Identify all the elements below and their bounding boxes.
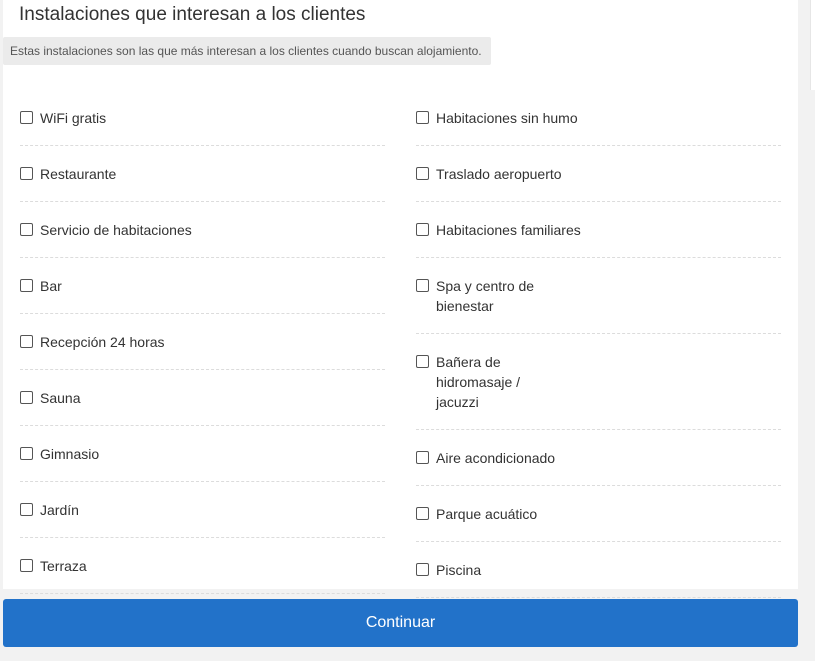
facility-item-garden[interactable]: Jardín [20, 482, 385, 538]
facility-label: Habitaciones sin humo [436, 110, 578, 126]
checkbox[interactable] [416, 111, 429, 124]
facility-item-hot-tub[interactable]: Bañera de hidromasaje / jacuzzi [416, 334, 781, 430]
checkbox[interactable] [416, 451, 429, 464]
section-hint: Estas instalaciones son las que más inte… [3, 37, 491, 65]
facility-label: Servicio de habitaciones [40, 222, 192, 238]
checkbox[interactable] [20, 447, 33, 460]
checkbox[interactable] [416, 507, 429, 520]
checkbox[interactable] [20, 391, 33, 404]
facility-label: Terraza [40, 558, 87, 574]
facilities-column-right: Habitaciones sin humo Traslado aeropuert… [416, 90, 781, 598]
section-title: Instalaciones que interesan a los client… [19, 4, 366, 25]
facility-label: Aire acondicionado [436, 450, 556, 466]
facility-item-non-smoking[interactable]: Habitaciones sin humo [416, 90, 781, 146]
facilities-card: Instalaciones que interesan a los client… [3, 0, 798, 598]
checkbox[interactable] [20, 223, 33, 236]
facility-item-gym[interactable]: Gimnasio [20, 426, 385, 482]
facility-item-restaurant[interactable]: Restaurante [20, 146, 385, 202]
facility-label: Bar [40, 278, 62, 294]
facility-item-water-park[interactable]: Parque acuático [416, 486, 781, 542]
checkbox[interactable] [20, 111, 33, 124]
facility-item-pool[interactable]: Piscina [416, 542, 781, 598]
facility-label: Parque acuático [436, 506, 538, 522]
checkbox[interactable] [416, 279, 429, 292]
facility-label: Bañera de hidromasaje / jacuzzi [436, 354, 521, 410]
checkbox[interactable] [20, 503, 33, 516]
facilities-column-left: WiFi gratis Restaurante Servicio de habi… [20, 90, 385, 594]
facility-label: Habitaciones familiares [436, 222, 581, 238]
checkbox[interactable] [20, 559, 33, 572]
side-panel-edge [798, 0, 815, 661]
facility-item-terrace[interactable]: Terraza [20, 538, 385, 594]
facility-label: Gimnasio [40, 446, 100, 462]
checkbox[interactable] [416, 355, 429, 368]
checkbox[interactable] [416, 167, 429, 180]
facility-item-air-conditioning[interactable]: Aire acondicionado [416, 430, 781, 486]
facility-label: Sauna [40, 390, 81, 406]
facility-label: Jardín [40, 502, 79, 518]
checkbox[interactable] [416, 223, 429, 236]
facility-label: Restaurante [40, 166, 117, 182]
facility-item-room-service[interactable]: Servicio de habitaciones [20, 202, 385, 258]
facility-item-bar[interactable]: Bar [20, 258, 385, 314]
facility-item-spa[interactable]: Spa y centro de bienestar [416, 258, 781, 334]
facility-item-airport-shuttle[interactable]: Traslado aeropuerto [416, 146, 781, 202]
facility-item-reception-24h[interactable]: Recepción 24 horas [20, 314, 385, 370]
checkbox[interactable] [416, 563, 429, 576]
checkbox[interactable] [20, 279, 33, 292]
checkbox[interactable] [20, 167, 33, 180]
facility-label: Traslado aeropuerto [436, 166, 562, 182]
checkbox[interactable] [20, 335, 33, 348]
facility-item-sauna[interactable]: Sauna [20, 370, 385, 426]
facility-label: Spa y centro de bienestar [436, 278, 535, 314]
side-card-edge [810, 0, 815, 90]
facility-label: WiFi gratis [40, 110, 107, 126]
facility-label: Piscina [436, 562, 482, 578]
continue-button[interactable]: Continuar [3, 599, 798, 647]
facility-item-family-rooms[interactable]: Habitaciones familiares [416, 202, 781, 258]
facility-label: Recepción 24 horas [40, 334, 165, 350]
facility-item-wifi[interactable]: WiFi gratis [20, 90, 385, 146]
